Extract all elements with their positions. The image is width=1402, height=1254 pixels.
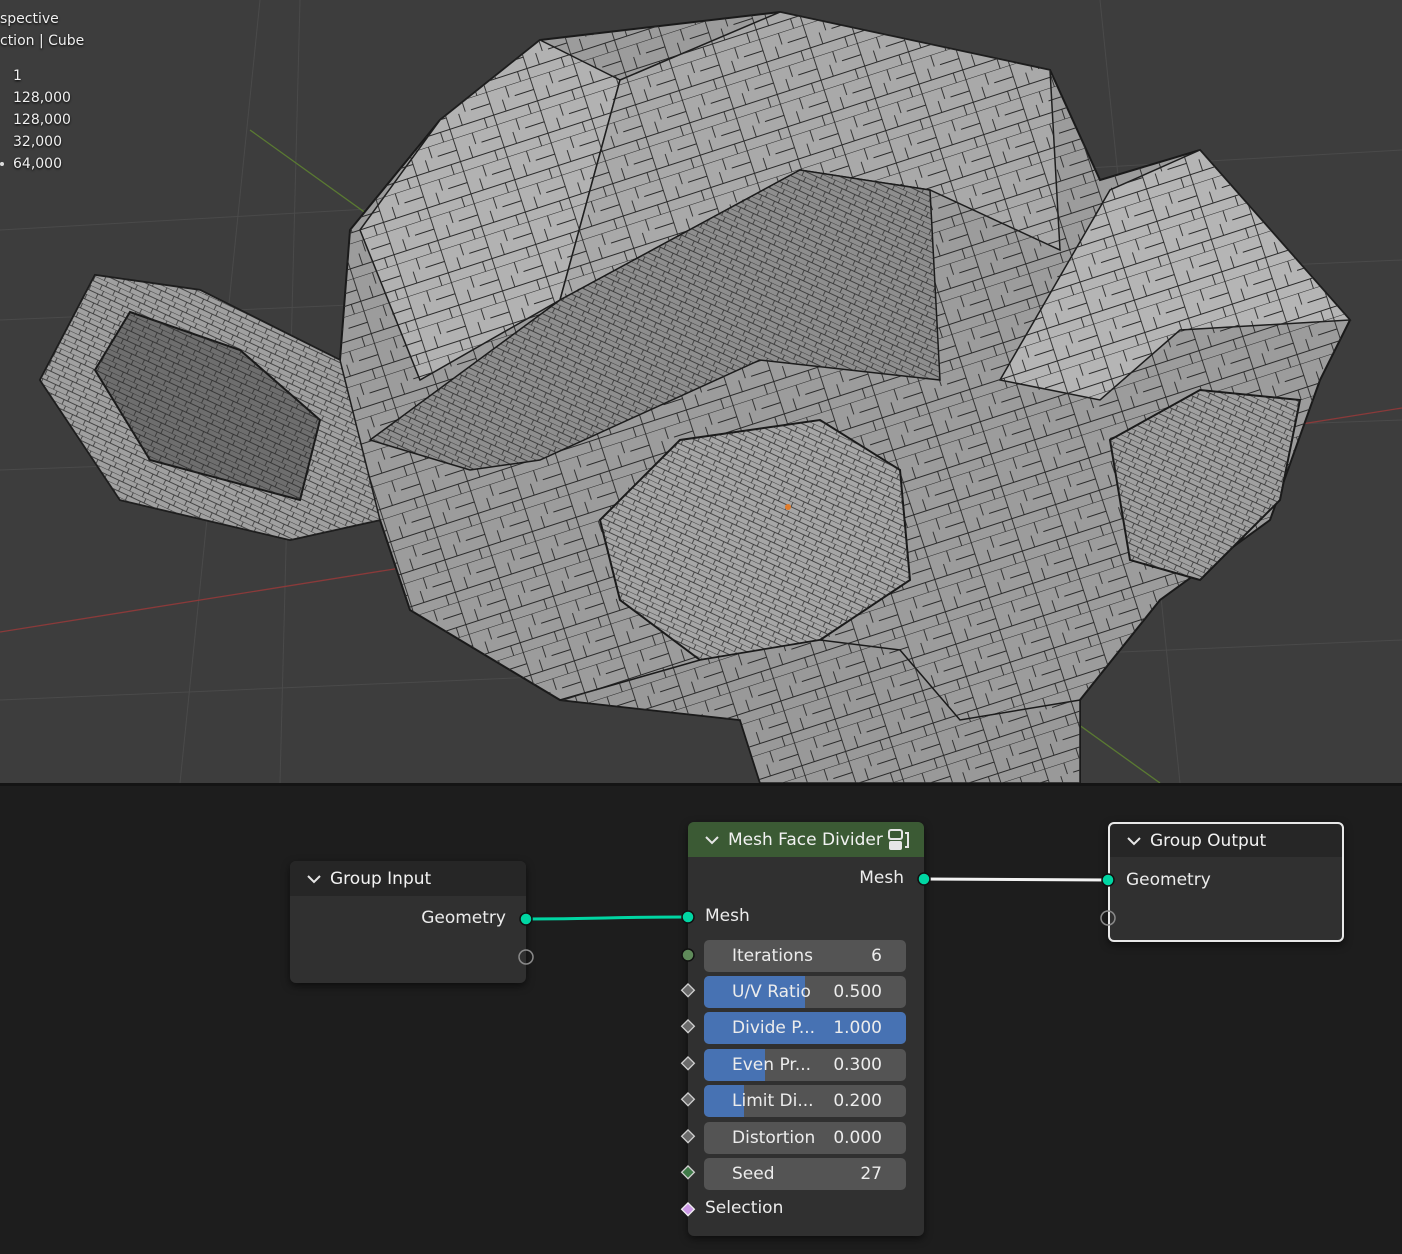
chevron-down-icon[interactable] — [1126, 833, 1142, 849]
group-output-title: Group Output — [1150, 830, 1267, 851]
group-output-geometry-label: Geometry — [1126, 870, 1211, 890]
group-input-geometry-label: Geometry — [421, 908, 506, 928]
distortion-label: Distortion — [732, 1128, 816, 1148]
even-probability-label: Even Pr... — [732, 1055, 812, 1075]
seed-label: Seed — [732, 1164, 775, 1184]
divide-probability-field[interactable]: Divide P... 1.000 — [704, 1012, 906, 1044]
iterations-label: Iterations — [732, 946, 813, 966]
chevron-down-icon[interactable] — [306, 871, 322, 887]
iterations-value: 6 — [871, 946, 882, 966]
group-output-header[interactable]: Group Output — [1110, 824, 1342, 857]
limit-division-field[interactable]: Limit Di... 0.200 — [704, 1085, 906, 1117]
3d-viewport[interactable]: spective ction | Cube 1 128,000 128,000 … — [0, 0, 1402, 783]
stat-vertices: 128,000 — [13, 90, 71, 106]
origin-point — [785, 504, 791, 510]
uv-ratio-value: 0.500 — [833, 982, 882, 1002]
selection-input-label: Selection — [705, 1198, 784, 1218]
stat-triangles-value: 64,000 — [13, 156, 62, 172]
mesh-input-label: Mesh — [705, 906, 750, 926]
group-input-header[interactable]: Group Input — [290, 861, 526, 896]
uv-ratio-field[interactable]: U/V Ratio 0.500 — [704, 976, 906, 1008]
geometry-node-editor[interactable]: Group Input Geometry Mesh Face Divider M… — [0, 786, 1402, 1254]
group-input-node[interactable]: Group Input Geometry — [290, 861, 526, 983]
mesh-face-divider-node[interactable]: Mesh Face Divider Mesh Mesh Iterations 6… — [688, 822, 924, 1236]
uv-ratio-label: U/V Ratio — [732, 982, 811, 1002]
viewport-info-overlay: spective ction | Cube — [0, 8, 84, 52]
stat-edges: 128,000 — [13, 112, 71, 128]
distortion-field[interactable]: Distortion 0.000 — [704, 1122, 906, 1154]
divide-probability-value: 1.000 — [833, 1018, 882, 1038]
stat-marker-icon — [0, 162, 4, 166]
chevron-down-icon[interactable] — [704, 832, 720, 848]
monkey-mesh[interactable] — [38, 10, 1352, 783]
scene-statistics: 1 128,000 128,000 32,000 64,000 — [0, 65, 71, 175]
link-geometry-to-mesh[interactable] — [525, 915, 688, 921]
limit-division-label: Limit Di... — [732, 1091, 814, 1111]
stat-objects: 1 — [13, 68, 22, 84]
iterations-field[interactable]: Iterations 6 — [704, 940, 906, 972]
collection-object-text: ction | Cube — [0, 33, 85, 49]
even-probability-field[interactable]: Even Pr... 0.300 — [704, 1049, 906, 1081]
stat-triangles: 64,000 — [0, 153, 71, 175]
divide-probability-label: Divide P... — [732, 1018, 816, 1038]
stat-faces: 32,000 — [13, 134, 62, 150]
mesh-face-divider-header[interactable]: Mesh Face Divider — [688, 822, 924, 857]
seed-field[interactable]: Seed 27 — [704, 1158, 906, 1190]
node-group-icon[interactable] — [886, 828, 910, 852]
mesh-output-label: Mesh — [859, 868, 904, 888]
seed-value: 27 — [860, 1164, 882, 1184]
group-output-node[interactable]: Group Output Geometry — [1108, 822, 1344, 942]
link-mesh-to-geometry[interactable] — [923, 877, 1109, 882]
view-name-text: spective — [0, 11, 59, 27]
group-input-title: Group Input — [330, 868, 432, 889]
even-probability-value: 0.300 — [833, 1055, 882, 1075]
distortion-value: 0.000 — [833, 1128, 882, 1148]
mesh-face-divider-title: Mesh Face Divider — [728, 829, 883, 850]
limit-division-value: 0.200 — [833, 1091, 882, 1111]
viewport-scene[interactable] — [0, 0, 1402, 783]
